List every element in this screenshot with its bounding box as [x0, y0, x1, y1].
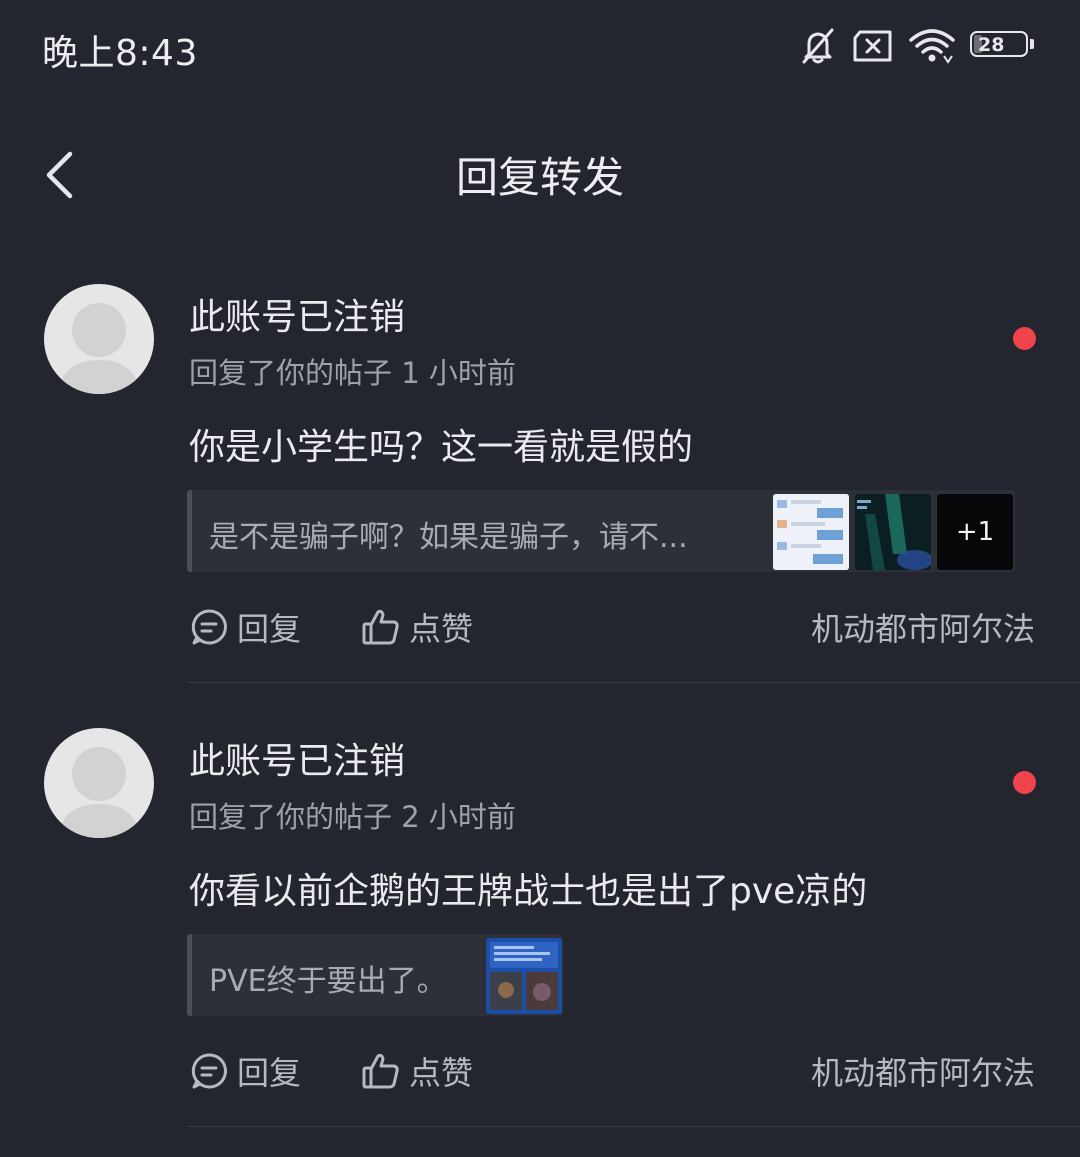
- like-label: 点赞: [409, 610, 474, 648]
- comment-icon: [191, 609, 227, 645]
- reply-button[interactable]: 回复: [189, 604, 301, 650]
- status-icons: 28: [798, 24, 1036, 68]
- avatar[interactable]: [44, 728, 154, 838]
- post-thumbnail[interactable]: [773, 494, 849, 570]
- quote-bar: [187, 490, 192, 572]
- username[interactable]: 此账号已注销: [189, 288, 405, 340]
- divider: [187, 1126, 1080, 1127]
- unread-dot: [1013, 327, 1036, 350]
- reply-label: 回复: [237, 1054, 302, 1092]
- post-thumbnail[interactable]: [855, 494, 931, 570]
- page-title: 回复转发: [455, 153, 624, 202]
- forum-name[interactable]: 机动都市阿尔法: [811, 1048, 1035, 1094]
- quote-bar: [187, 934, 192, 1016]
- thumbs-up-icon: [362, 609, 399, 645]
- more-images-button[interactable]: +1: [937, 494, 1013, 570]
- forum-name[interactable]: 机动都市阿尔法: [811, 604, 1035, 650]
- like-label: 点赞: [409, 1054, 474, 1092]
- battery-icon: 28: [970, 31, 1036, 61]
- notification-meta: 回复了你的帖子 2 小时前: [189, 800, 516, 834]
- quoted-post[interactable]: PVE终于要出了。: [187, 934, 563, 1016]
- battery-level: 28: [978, 34, 1005, 56]
- status-bar: 晚上8:43 28: [0, 0, 1080, 90]
- actions-bar: 回复 点赞 机动都市阿尔法: [189, 1048, 1039, 1098]
- notification-item[interactable]: 此账号已注销 回复了你的帖子 2 小时前 你看以前企鹅的王牌战士也是出了pve凉…: [0, 726, 1080, 1126]
- unread-dot: [1013, 771, 1036, 794]
- thumbs-up-icon: [362, 1053, 399, 1089]
- actions-bar: 回复 点赞 机动都市阿尔法: [189, 604, 1039, 654]
- like-button[interactable]: 点赞: [361, 1048, 473, 1094]
- quote-text: PVE终于要出了。: [209, 964, 447, 999]
- comment-icon: [191, 1053, 227, 1089]
- like-button[interactable]: 点赞: [361, 604, 473, 650]
- notification-meta: 回复了你的帖子 1 小时前: [189, 356, 516, 390]
- wifi-icon: [908, 28, 956, 64]
- reply-button[interactable]: 回复: [189, 1048, 301, 1094]
- notification-item[interactable]: 此账号已注销 回复了你的帖子 1 小时前 你是小学生吗？这一看就是假的 是不是骗…: [0, 282, 1080, 682]
- post-thumbnail[interactable]: [486, 938, 562, 1014]
- reply-content[interactable]: 你是小学生吗？这一看就是假的: [189, 418, 693, 470]
- quoted-post[interactable]: 是不是骗子啊？如果是骗子，请不... +1: [187, 490, 1015, 572]
- status-time: 晚上8:43: [42, 33, 198, 74]
- reply-content[interactable]: 你看以前企鹅的王牌战士也是出了pve凉的: [189, 862, 867, 914]
- more-images-count: +1: [955, 517, 995, 547]
- bell-off-icon: [798, 26, 838, 66]
- avatar[interactable]: [44, 284, 154, 394]
- sim-x-icon: [852, 29, 894, 63]
- divider: [187, 682, 1080, 683]
- username[interactable]: 此账号已注销: [189, 732, 405, 784]
- page-header: 回复转发: [0, 120, 1080, 224]
- reply-label: 回复: [237, 610, 302, 648]
- quote-text: 是不是骗子啊？如果是骗子，请不...: [209, 520, 688, 555]
